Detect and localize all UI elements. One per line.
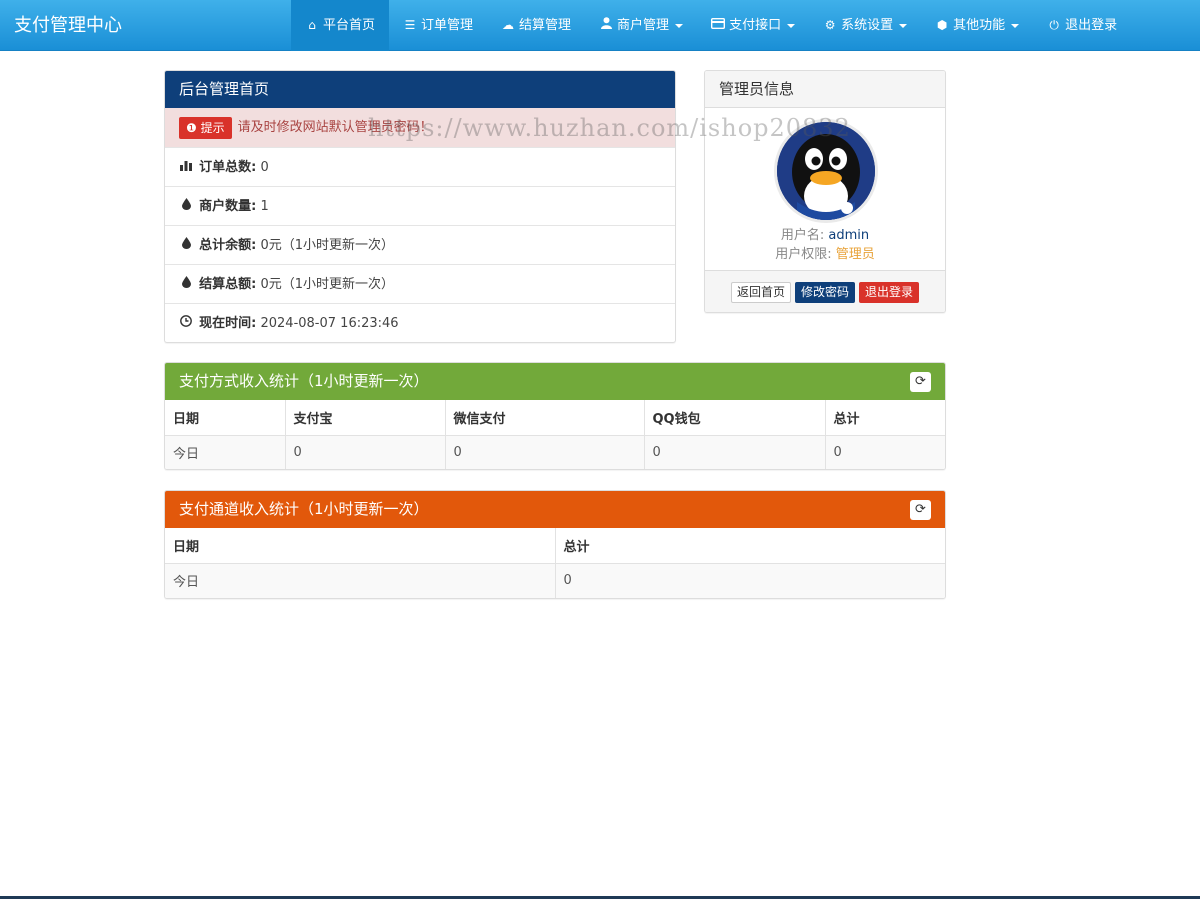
table-cell: 0 <box>444 434 645 469</box>
chevron-down-icon <box>1011 23 1020 28</box>
admin-info-panel: 管理员信息 用户名: admin 用户权限: 管理员 返回首页 修改密码 退出登… <box>704 70 946 313</box>
home-panel: 后台管理首页 ❶ 提示 请及时修改网站默认管理员密码！ 订单总数: 0 商户数量… <box>164 70 676 343</box>
stat-value: 0 <box>260 160 269 175</box>
nav-item-system-settings[interactable]: ⚙ 系统设置 <box>809 0 921 51</box>
power-icon: ⏻ <box>1049 18 1059 32</box>
col-header: 支付宝 <box>284 400 446 436</box>
gear-icon: ⚙ <box>824 18 836 32</box>
role-label: 用户权限: <box>775 247 832 262</box>
pay-method-table: 日期 支付宝 微信支付 QQ钱包 总计 今日 0 0 0 0 <box>165 400 945 469</box>
nav-label: 商户管理 <box>617 18 670 33</box>
nav-label: 订单管理 <box>421 18 474 33</box>
stat-label: 现在时间: <box>199 316 257 331</box>
chevron-down-icon <box>675 23 684 28</box>
table-header-row: 日期 总计 <box>165 528 945 564</box>
nav-item-settlement[interactable]: ☁ 结算管理 <box>487 0 585 51</box>
chevron-down-icon <box>787 23 796 28</box>
alert-text: 请及时修改网站默认管理员密码！ <box>237 120 433 135</box>
drop-icon <box>179 187 193 226</box>
table-cell: 0 <box>824 434 945 469</box>
stat-label: 总计余额: <box>199 238 257 253</box>
col-header: 微信支付 <box>444 400 645 436</box>
password-alert: ❶ 提示 请及时修改网站默认管理员密码！ <box>165 108 675 147</box>
pay-method-stats-panel: 支付方式收入统计（1小时更新一次） ⟳ 日期 支付宝 微信支付 QQ钱包 总计 … <box>164 362 946 470</box>
info-icon: ❶ <box>186 120 197 135</box>
nav-label: 结算管理 <box>519 18 572 33</box>
col-header: 日期 <box>165 400 286 436</box>
brand-title[interactable]: 支付管理中心 <box>14 0 122 51</box>
username-line: 用户名: admin <box>705 224 945 243</box>
table-cell: 今日 <box>165 434 286 469</box>
pay-channel-stats-panel: 支付通道收入统计（1小时更新一次） ⟳ 日期 总计 今日 0 <box>164 490 946 599</box>
main-nav: ⌂ 平台首页 ☰ 订单管理 ☁ 结算管理 商户管理 支付接口 ⚙ 系统设置 ⬢ … <box>291 0 1131 51</box>
alert-badge: ❶ 提示 <box>179 116 232 139</box>
panel-header: 支付方式收入统计（1小时更新一次） ⟳ <box>165 363 945 400</box>
table-header-row: 日期 支付宝 微信支付 QQ钱包 总计 <box>165 400 945 436</box>
col-header: 总计 <box>824 400 945 436</box>
chevron-down-icon <box>899 23 908 28</box>
refresh-icon[interactable]: ⟳ <box>910 500 931 520</box>
alert-badge-label: 提示 <box>200 120 225 135</box>
stat-label: 订单总数: <box>199 160 257 175</box>
bar-chart-icon <box>179 148 193 187</box>
nav-item-payment-api[interactable]: 支付接口 <box>697 0 809 51</box>
stat-value: 0元（1小时更新一次） <box>260 277 395 292</box>
stat-label: 结算总额: <box>199 277 257 292</box>
refresh-icon[interactable]: ⟳ <box>910 372 931 392</box>
nav-item-logout[interactable]: ⏻ 退出登录 <box>1033 0 1131 51</box>
panel-title: 支付通道收入统计（1小时更新一次） <box>179 500 429 518</box>
list-icon: ☰ <box>404 18 416 32</box>
pay-channel-table: 日期 总计 今日 0 <box>165 528 945 598</box>
role-value: 管理员 <box>835 247 875 262</box>
credit-card-icon <box>711 0 726 51</box>
stat-row-merchants: 商户数量: 1 <box>165 186 675 225</box>
col-header: QQ钱包 <box>643 400 826 436</box>
avatar <box>774 119 878 223</box>
user-icon <box>599 0 613 51</box>
logout-button[interactable]: 退出登录 <box>859 281 920 303</box>
panel-title: 后台管理首页 <box>165 71 675 108</box>
col-header: 日期 <box>165 528 556 564</box>
nav-label: 平台首页 <box>323 18 376 33</box>
table-row: 今日 0 <box>165 562 945 598</box>
back-home-button[interactable]: 返回首页 <box>730 281 791 303</box>
nav-label: 支付接口 <box>729 18 782 33</box>
nav-label: 其他功能 <box>953 18 1006 33</box>
stat-value: 2024-08-07 16:23:46 <box>260 316 399 331</box>
nav-item-other-functions[interactable]: ⬢ 其他功能 <box>921 0 1033 51</box>
change-password-button[interactable]: 修改密码 <box>794 281 855 303</box>
nav-item-home[interactable]: ⌂ 平台首页 <box>291 0 390 51</box>
stat-row-orders: 订单总数: 0 <box>165 147 675 186</box>
table-cell: 0 <box>284 434 446 469</box>
nav-label: 退出登录 <box>1065 18 1118 33</box>
panel-title: 支付方式收入统计（1小时更新一次） <box>179 372 429 390</box>
username-value: admin <box>828 228 870 243</box>
stat-row-settlement: 结算总额: 0元（1小时更新一次） <box>165 264 675 303</box>
stat-row-current-time: 现在时间: 2024-08-07 16:23:46 <box>165 303 675 342</box>
admin-actions: 返回首页 修改密码 退出登录 <box>705 270 945 312</box>
nav-item-orders[interactable]: ☰ 订单管理 <box>389 0 487 51</box>
username-label: 用户名: <box>780 228 825 243</box>
nav-label: 系统设置 <box>841 18 894 33</box>
panel-title: 管理员信息 <box>705 71 945 108</box>
cloud-icon: ☁ <box>502 18 515 32</box>
clock-icon <box>179 304 193 342</box>
stat-value: 0元（1小时更新一次） <box>260 238 395 253</box>
stat-row-balance: 总计余额: 0元（1小时更新一次） <box>165 225 675 264</box>
stat-label: 商户数量: <box>199 199 257 214</box>
role-line: 用户权限: 管理员 <box>705 243 945 262</box>
cube-icon: ⬢ <box>936 18 948 32</box>
nav-item-merchants[interactable]: 商户管理 <box>585 0 697 51</box>
panel-header: 支付通道收入统计（1小时更新一次） ⟳ <box>165 491 945 528</box>
table-cell: 今日 <box>165 562 556 598</box>
col-header: 总计 <box>554 528 945 564</box>
top-navbar: 支付管理中心 ⌂ 平台首页 ☰ 订单管理 ☁ 结算管理 商户管理 支付接口 ⚙ … <box>0 0 1200 51</box>
drop-icon <box>179 226 193 265</box>
table-cell: 0 <box>554 562 945 598</box>
drop-icon <box>179 265 193 304</box>
table-row: 今日 0 0 0 0 <box>165 434 945 469</box>
stat-value: 1 <box>260 199 269 214</box>
home-icon: ⌂ <box>308 18 316 32</box>
table-cell: 0 <box>643 434 826 469</box>
